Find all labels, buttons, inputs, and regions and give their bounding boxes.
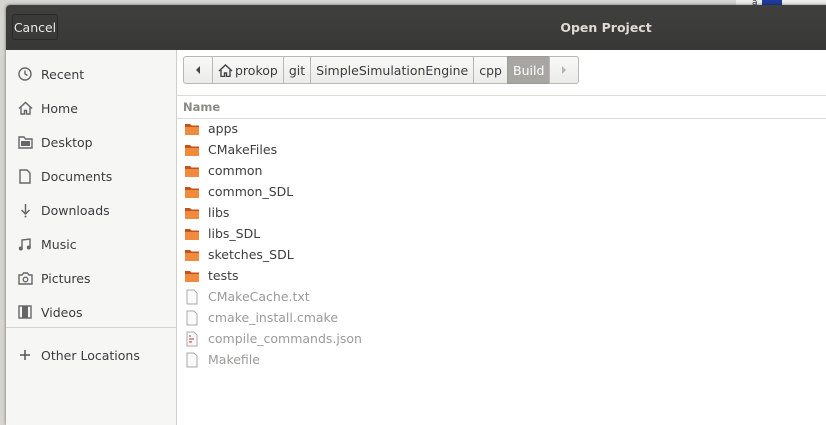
file-row-compile-commands[interactable]: compile_commands.json [177,328,826,349]
file-name: CMakeCache.txt [208,289,310,304]
sidebar-item-label: Home [41,100,78,116]
sidebar-item-other-locations[interactable]: Other Locations [6,340,176,370]
music-icon [17,236,33,252]
sidebar-item-label: Pictures [41,270,91,286]
camera-icon [17,270,33,286]
file-row-apps[interactable]: apps [177,118,826,139]
path-segment-label: prokop [235,62,278,78]
file-name: cmake_install.cmake [208,310,339,325]
file-name: common [208,163,263,178]
chevron-right-icon [562,66,567,74]
file-row-sketches-sdl[interactable]: sketches_SDL [177,244,826,265]
file-row-makefile[interactable]: Makefile [177,349,826,370]
folder-icon [185,228,199,240]
sidebar-item-videos[interactable]: Videos [6,297,176,327]
path-segment-cpp[interactable]: cpp [473,56,508,84]
file-row-libs-sdl[interactable]: libs_SDL [177,223,826,244]
cancel-button[interactable]: Cancel [12,14,58,40]
file-name: libs_SDL [208,226,261,241]
path-back-button[interactable] [183,56,213,84]
sidebar-item-recent[interactable]: Recent [6,59,176,89]
sidebar-item-downloads[interactable]: Downloads [6,195,176,225]
film-icon [17,304,33,320]
folder-icon [185,249,199,261]
sidebar-item-label: Desktop [41,134,93,150]
file-name: common_SDL [208,184,294,199]
sidebar-item-label: Videos [41,304,83,320]
file-name: libs [208,205,230,220]
sidebar-item-label: Other Locations [41,347,140,363]
path-forward-button[interactable] [549,56,580,84]
folder-icon [185,270,199,282]
file-row-libs[interactable]: libs [177,202,826,223]
folder-icon [185,207,199,219]
places-sidebar: Recent Home Desktop Documents Downloads [6,50,177,425]
text-file-icon [186,289,198,304]
sidebar-item-documents[interactable]: Documents [6,161,176,191]
file-row-common-sdl[interactable]: common_SDL [177,181,826,202]
home-icon [17,100,33,116]
path-segment-build[interactable]: Build [507,56,551,84]
file-chooser-dialog: Cancel Open Project Recent Home Desktop [6,5,826,425]
dialog-title: Open Project [560,20,652,35]
sidebar-item-label: Documents [41,168,113,184]
file-row-cmakecache[interactable]: CMakeCache.txt [177,286,826,307]
clock-icon [17,66,33,82]
file-name: sketches_SDL [208,247,294,262]
file-row-cmake-install[interactable]: cmake_install.cmake [177,307,826,328]
titlebar: Cancel Open Project [6,5,826,50]
chevron-left-icon [196,66,200,74]
file-name: compile_commands.json [208,331,362,346]
sidebar-item-home[interactable]: Home [6,93,176,123]
json-file-icon [186,331,198,346]
file-browser: prokop git SimpleSimulationEngine cpp Bu… [177,50,826,425]
path-segment-simplesimulationengine[interactable]: SimpleSimulationEngine [310,56,475,84]
file-row-common[interactable]: common [177,160,826,181]
sidebar-item-label: Music [41,236,77,252]
text-file-icon [186,352,198,367]
folder-icon [185,165,199,177]
document-icon [17,168,33,184]
file-name: apps [208,121,239,136]
download-icon [17,202,33,218]
name-column-header[interactable]: Name [183,100,220,114]
path-segment-git[interactable]: git [282,56,312,84]
file-name: CMakeFiles [208,142,278,157]
file-row-tests[interactable]: tests [177,265,826,286]
file-row-cmakefiles[interactable]: CMakeFiles [177,139,826,160]
file-list: apps CMakeFiles common common_SDL libs l… [177,118,826,370]
file-name: Makefile [208,352,260,367]
folder-icon [185,123,199,135]
column-header[interactable]: Name [177,95,826,119]
sidebar-item-music[interactable]: Music [6,229,176,259]
folder-icon [185,144,199,156]
text-file-icon [186,310,198,325]
sidebar-item-pictures[interactable]: Pictures [6,263,176,293]
folder-icon [185,186,199,198]
path-segment-prokop[interactable]: prokop [212,56,284,84]
sidebar-item-label: Downloads [41,202,110,218]
file-name: tests [208,268,239,283]
desktop-folder-icon [17,134,33,150]
sidebar-item-desktop[interactable]: Desktop [6,127,176,157]
sidebar-item-label: Recent [41,66,85,82]
sidebar-divider [6,327,176,328]
home-icon [218,63,233,77]
plus-icon [17,347,33,363]
path-bar: prokop git SimpleSimulationEngine cpp Bu… [183,56,580,84]
